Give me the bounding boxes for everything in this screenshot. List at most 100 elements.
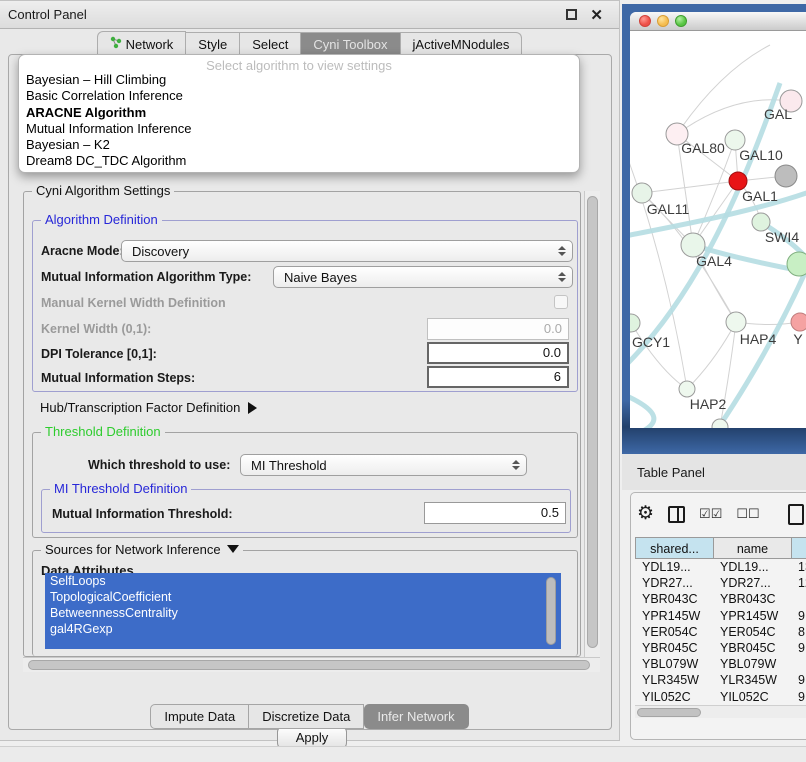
close-icon[interactable]: ✕ xyxy=(590,6,603,24)
settings-hscroll-thumb[interactable] xyxy=(28,660,590,670)
gear-icon[interactable]: ⚙ xyxy=(637,504,654,524)
aracne-mode-select[interactable]: Discovery xyxy=(121,240,573,262)
columns-icon[interactable] xyxy=(668,506,685,523)
cyni-settings-title: Cyni Algorithm Settings xyxy=(32,183,174,198)
table-panel-title: Table Panel xyxy=(637,465,705,480)
network-node[interactable] xyxy=(787,252,806,276)
table-row[interactable]: YBR045CYBR045C9. xyxy=(635,640,806,656)
network-canvas[interactable]: GALGAL80GAL10GAL1GAL11GAL4SWI4HAP4YGCY1H… xyxy=(630,31,806,428)
network-node-label: GCY1 xyxy=(632,334,670,350)
which-threshold-label: Which threshold to use: xyxy=(88,458,230,472)
table-row[interactable]: YIL052CYIL052C9. xyxy=(635,689,806,704)
network-node-label: GAL4 xyxy=(696,253,732,269)
table-column-header[interactable]: A xyxy=(791,537,806,559)
mi-threshold-group: MI Threshold Definition Mutual Informati… xyxy=(41,489,571,533)
algorithm-option[interactable]: Bayesian – K2 xyxy=(19,137,579,153)
table-cell: YDL19... xyxy=(713,559,791,575)
table-body: YDL19...YDL19...13YDR27...YDR27...12YBR0… xyxy=(635,559,806,703)
table-cell xyxy=(791,656,806,672)
settings-vertical-scrollbar[interactable] xyxy=(584,191,600,657)
select-all-checks-icon[interactable]: ☑☑ xyxy=(699,506,722,522)
table-cell: YIL052C xyxy=(713,689,791,704)
app-root: Control Panel ✕ NetworkStyleSelectCyni T… xyxy=(0,0,806,762)
table-column-header[interactable]: shared... xyxy=(635,537,713,559)
mi-type-select[interactable]: Naive Bayes xyxy=(273,266,573,288)
document-icon[interactable] xyxy=(788,504,804,525)
table-hscroll-thumb[interactable] xyxy=(637,708,701,717)
table-cell xyxy=(791,591,806,607)
network-node-gal11[interactable] xyxy=(632,183,652,203)
dpi-tolerance-field[interactable]: 0.0 xyxy=(427,342,569,364)
table-row[interactable]: YBL079WYBL079W xyxy=(635,656,806,672)
bottom-tab-infer-network[interactable]: Infer Network xyxy=(364,704,468,729)
mi-steps-field[interactable]: 6 xyxy=(427,366,569,388)
manual-kernel-label: Manual Kernel Width Definition xyxy=(41,296,226,310)
algorithm-option[interactable]: Mutual Information Inference xyxy=(19,121,579,137)
float-window-icon[interactable] xyxy=(566,9,577,20)
network-node-hap4[interactable] xyxy=(726,312,746,332)
attribute-item[interactable]: TopologicalCoefficient xyxy=(45,589,561,605)
algorithm-option[interactable]: ARACNE Algorithm xyxy=(19,105,579,121)
hub-definition-toggle[interactable]: Hub/Transcription Factor Definition xyxy=(40,400,257,415)
table-row[interactable]: YLR345WYLR345W9. xyxy=(635,672,806,688)
table-cell: YER054C xyxy=(635,624,713,640)
algorithm-option[interactable]: Bayesian – Hill Climbing xyxy=(19,72,579,88)
network-node-y[interactable] xyxy=(791,313,806,331)
tab-label: Style xyxy=(198,37,227,52)
table-cell: YBL079W xyxy=(713,656,791,672)
manual-kernel-checkbox[interactable] xyxy=(554,295,568,309)
table-row[interactable]: YDL19...YDL19...13 xyxy=(635,559,806,575)
table-row[interactable]: YPR145WYPR145W9. xyxy=(635,608,806,624)
mac-zoom-icon[interactable] xyxy=(675,15,687,27)
network-edge[interactable] xyxy=(631,323,687,389)
settings-horizontal-scrollbar[interactable] xyxy=(23,657,600,672)
network-node-hap2[interactable] xyxy=(679,381,695,397)
network-node[interactable] xyxy=(775,165,797,187)
table-cell: 13 xyxy=(791,559,806,575)
table-row[interactable]: YER054CYER054C8. xyxy=(635,624,806,640)
attribute-item[interactable]: gal4RGexp xyxy=(45,621,561,637)
algorithm-definition-title: Algorithm Definition xyxy=(41,212,162,227)
table-panel: ⚙ ☑☑ ☐☐ shared...nameA YDL19...YDL19...1… xyxy=(630,492,806,740)
network-node-label: HAP2 xyxy=(690,396,727,412)
kernel-width-field[interactable]: 0.0 xyxy=(427,318,569,340)
tab-label: Network xyxy=(126,37,174,52)
network-node-label: SWI4 xyxy=(765,229,799,245)
network-edge[interactable] xyxy=(687,322,736,389)
algorithm-definition-group: Algorithm Definition Aracne Mode: Discov… xyxy=(32,220,578,392)
mi-type-label: Mutual Information Algorithm Type: xyxy=(41,270,251,284)
control-panel-window: Control Panel ✕ NetworkStyleSelectCyni T… xyxy=(0,0,620,741)
table-row[interactable]: YDR27...YDR27...12 xyxy=(635,575,806,591)
network-node-label: GAL xyxy=(764,106,792,122)
mac-close-icon[interactable] xyxy=(639,15,651,27)
aracne-mode-label: Aracne Mode: xyxy=(41,244,124,258)
settings-vscroll-thumb[interactable] xyxy=(587,196,598,648)
network-node-gcy1[interactable] xyxy=(630,314,640,332)
network-edge[interactable] xyxy=(642,181,738,193)
bottom-tab-discretize-data[interactable]: Discretize Data xyxy=(249,704,364,729)
algorithm-option[interactable]: Dream8 DC_TDC Algorithm xyxy=(19,153,579,169)
attributes-scrollbar-thumb[interactable] xyxy=(546,577,556,645)
bottom-tab-impute-data[interactable]: Impute Data xyxy=(150,704,249,729)
network-edge[interactable] xyxy=(677,45,770,134)
network-window-titlebar xyxy=(630,12,806,31)
attribute-item[interactable]: SelfLoops xyxy=(45,573,561,589)
table-horizontal-scrollbar[interactable] xyxy=(635,705,806,718)
network-edge-highlighted[interactable] xyxy=(630,393,654,428)
mi-threshold-field[interactable]: 0.5 xyxy=(424,502,566,524)
table-column-header[interactable]: name xyxy=(713,537,791,559)
table-cell: YLR345W xyxy=(713,672,791,688)
attribute-item[interactable]: BetweennessCentrality xyxy=(45,605,561,621)
table-cell: 9. xyxy=(791,689,806,704)
table-cell: YER054C xyxy=(713,624,791,640)
control-panel-title: Control Panel xyxy=(8,7,87,22)
which-threshold-select[interactable]: MI Threshold xyxy=(240,454,527,476)
bottom-strip xyxy=(0,746,806,762)
table-row[interactable]: YBR043CYBR043C xyxy=(635,591,806,607)
deselect-all-checks-icon[interactable]: ☐☐ xyxy=(736,506,759,522)
threshold-definition-title: Threshold Definition xyxy=(41,424,165,439)
mac-minimize-icon[interactable] xyxy=(657,15,669,27)
algorithm-option[interactable]: Basic Correlation Inference xyxy=(19,88,579,104)
algorithm-dropdown-popup: Select algorithm to view settings Bayesi… xyxy=(18,54,580,173)
sources-title-row[interactable]: Sources for Network Inference xyxy=(41,542,243,557)
